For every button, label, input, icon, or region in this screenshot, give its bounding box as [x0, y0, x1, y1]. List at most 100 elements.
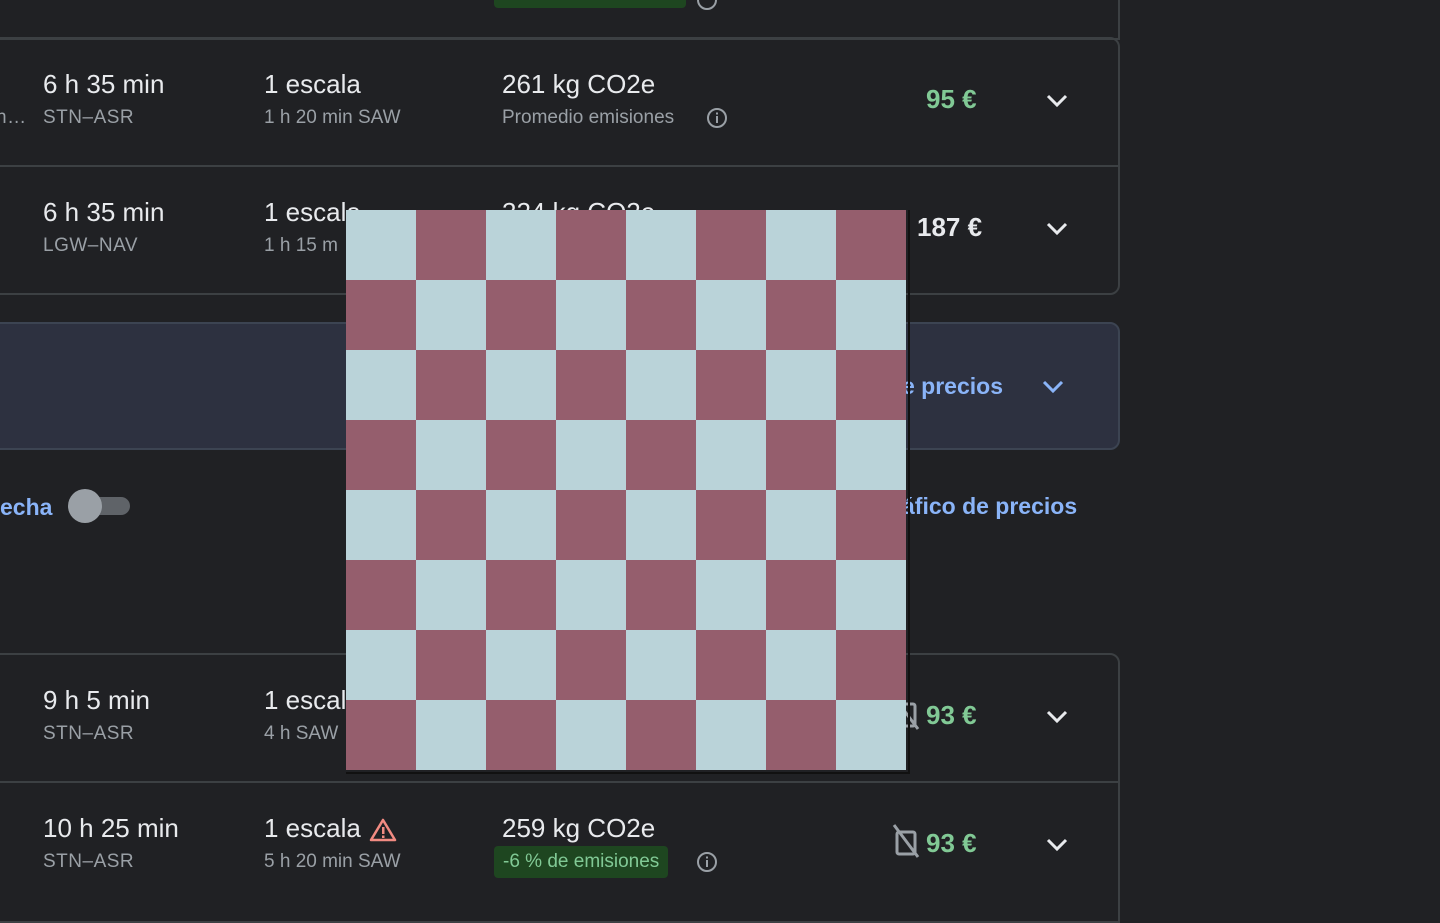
- info-icon[interactable]: [696, 851, 718, 873]
- checker-square: [416, 350, 486, 420]
- flight-duration: 10 h 25 min: [43, 813, 179, 843]
- checker-square: [346, 630, 416, 700]
- checker-square: [556, 630, 626, 700]
- checker-square: [346, 210, 416, 280]
- checker-square: [696, 700, 766, 770]
- layover-detail: 5 h 20 min SAW: [264, 851, 401, 872]
- checker-square: [836, 490, 906, 560]
- warning-icon: [369, 818, 397, 842]
- checker-square: [416, 560, 486, 630]
- flight-duration: 9 h 5 min: [43, 685, 150, 715]
- chevron-down-icon[interactable]: [1039, 373, 1067, 401]
- checker-square: [766, 630, 836, 700]
- checker-square: [416, 700, 486, 770]
- checker-square: [836, 560, 906, 630]
- flight-price: 187 €: [917, 212, 983, 242]
- emissions-badge: -6 % de emisiones: [494, 846, 669, 878]
- flight-route: STN–ASR: [43, 107, 135, 128]
- checker-square: [556, 560, 626, 630]
- checker-square: [766, 350, 836, 420]
- checker-square: [486, 350, 556, 420]
- checker-square: [556, 280, 626, 350]
- checker-square: [836, 350, 906, 420]
- layover-detail: 4 h SAW: [264, 723, 339, 744]
- checker-square: [626, 490, 696, 560]
- checker-square: [766, 210, 836, 280]
- checker-square: [766, 490, 836, 560]
- checker-square: [696, 420, 766, 490]
- flight-duration: 6 h 35 min: [43, 69, 165, 99]
- checker-square: [486, 630, 556, 700]
- checker-square: [346, 700, 416, 770]
- checker-square: [486, 490, 556, 560]
- checkerboard-overlay: [346, 210, 910, 774]
- flight-route: STN–ASR: [43, 723, 135, 744]
- checker-square: [346, 280, 416, 350]
- flight-row[interactable]: n… 6 h 35 min STN–ASR 1 escala 1 h 20 mi…: [0, 39, 1118, 165]
- checker-square: [416, 420, 486, 490]
- price-chart-link[interactable]: áfico de precios: [902, 493, 1077, 520]
- checker-square: [836, 420, 906, 490]
- checker-square: [626, 420, 696, 490]
- checker-square: [416, 490, 486, 560]
- checker-square: [626, 350, 696, 420]
- checker-square: [696, 210, 766, 280]
- checker-square: [836, 210, 906, 280]
- flight-stops: 1 escala: [264, 69, 361, 99]
- checker-square: [556, 420, 626, 490]
- checker-square: [836, 630, 906, 700]
- checker-square: [416, 210, 486, 280]
- checker-square: [346, 560, 416, 630]
- checker-square: [416, 630, 486, 700]
- flight-duration: 6 h 35 min: [43, 197, 165, 227]
- date-toggle[interactable]: [68, 489, 130, 523]
- checker-square: [346, 490, 416, 560]
- checker-square: [626, 280, 696, 350]
- checker-square: [416, 280, 486, 350]
- checker-square: [696, 350, 766, 420]
- flight-price: 95 €: [926, 84, 977, 114]
- checker-square: [486, 700, 556, 770]
- checker-square: [486, 420, 556, 490]
- chevron-down-icon[interactable]: [1043, 703, 1071, 731]
- checker-square: [556, 490, 626, 560]
- checker-square: [486, 280, 556, 350]
- checker-square: [696, 630, 766, 700]
- emissions-badge: [494, 0, 686, 8]
- checker-square: [766, 700, 836, 770]
- checker-square: [626, 630, 696, 700]
- checker-square: [766, 280, 836, 350]
- checker-square: [486, 210, 556, 280]
- checker-square: [486, 560, 556, 630]
- layover-detail: 1 h 15 m: [264, 235, 338, 256]
- info-icon[interactable]: [706, 107, 728, 129]
- checker-square: [626, 210, 696, 280]
- chevron-down-icon[interactable]: [1043, 215, 1071, 243]
- checker-square: [556, 210, 626, 280]
- layover-detail: 1 h 20 min SAW: [264, 107, 401, 128]
- checker-square: [556, 700, 626, 770]
- checker-square: [626, 560, 696, 630]
- flight-stops: 1 escala: [264, 813, 361, 843]
- flight-price: 93 €: [926, 700, 977, 730]
- flight-row[interactable]: 10 h 25 min STN–ASR 1 escala 5 h 20 min …: [0, 783, 1118, 900]
- co2-emissions: 261 kg CO2e: [502, 69, 656, 99]
- toggle-label: echa: [0, 494, 53, 520]
- checker-square: [836, 700, 906, 770]
- flight-price: 93 €: [926, 828, 977, 858]
- flight-route: LGW–NAV: [43, 235, 139, 256]
- checker-square: [766, 420, 836, 490]
- airline-name-fragment: n…: [0, 107, 27, 128]
- checker-square: [556, 350, 626, 420]
- price-history-link[interactable]: e precios: [902, 373, 1003, 400]
- emissions-note: Promedio emisiones: [502, 107, 675, 128]
- chevron-down-icon[interactable]: [1043, 87, 1071, 115]
- checker-square: [696, 560, 766, 630]
- checker-square: [626, 700, 696, 770]
- co2-emissions: 259 kg CO2e: [502, 813, 656, 843]
- checker-square: [696, 280, 766, 350]
- checker-square: [696, 490, 766, 560]
- checker-square: [346, 350, 416, 420]
- chevron-down-icon[interactable]: [1043, 831, 1071, 859]
- flight-route: STN–ASR: [43, 851, 135, 872]
